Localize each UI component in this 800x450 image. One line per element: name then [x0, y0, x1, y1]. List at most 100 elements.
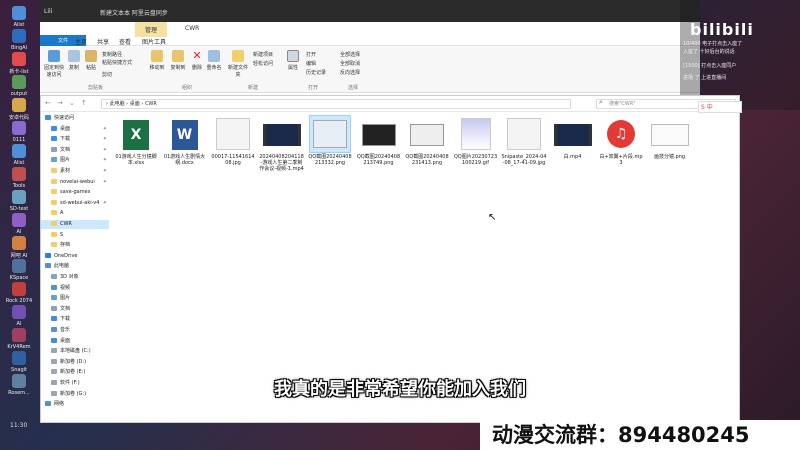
nav-item[interactable]: S	[41, 231, 109, 240]
edit-button[interactable]: 编辑	[306, 60, 316, 67]
tab-manage[interactable]: 管理	[135, 22, 168, 37]
tab-picture-tools[interactable]: 图片工具	[137, 36, 171, 47]
desktop-shortcut[interactable]: 网吧 AI	[2, 236, 36, 259]
copy-path-button[interactable]: 复制路径	[102, 51, 122, 58]
cut-button[interactable]: 剪切	[102, 71, 112, 78]
nav-item[interactable]: save-games	[41, 188, 109, 197]
select-all-button[interactable]: 全部选择	[340, 51, 360, 58]
nav-item[interactable]: 桌面 ✦	[41, 125, 109, 134]
app-icon	[12, 6, 26, 20]
rename-button[interactable]: 重命名	[206, 50, 222, 71]
file-item[interactable]: X 01游戏人生分镜脚本.xlsx	[113, 116, 159, 166]
tab-view[interactable]: 查看	[114, 36, 136, 47]
nav-item[interactable]: 存档	[41, 241, 109, 250]
tab-share[interactable]: 共享	[92, 36, 114, 47]
file-item[interactable]: 白.mp4	[550, 116, 596, 160]
nav-item[interactable]: A	[41, 209, 109, 218]
desktop-shortcut[interactable]: AI	[2, 305, 36, 327]
easy-access-button[interactable]: 轻松访问	[253, 60, 273, 67]
desktop-shortcut[interactable]: AI	[2, 213, 36, 235]
nav-item[interactable]: sd-webui-aki-v4 ✦	[41, 199, 109, 208]
file-item[interactable]: QQ图片20230723100219.gif	[453, 116, 499, 166]
nav-item[interactable]: 本地磁盘 (C:)	[41, 347, 109, 356]
paste-shortcut-button[interactable]: 粘贴快捷方式	[102, 59, 132, 66]
nav-item[interactable]: 网络	[41, 400, 109, 409]
desktop-shortcut[interactable]: 0111	[2, 121, 36, 143]
pin-icon	[48, 50, 60, 62]
desktop-shortcut[interactable]: SD-test	[2, 190, 36, 212]
history-button[interactable]: 历史记录	[306, 69, 326, 76]
desktop-shortcut[interactable]: KSpace	[2, 259, 36, 281]
nav-item[interactable]: 视频	[41, 284, 109, 293]
pin-icon: ✦	[102, 146, 107, 153]
nav-item[interactable]: 桌面	[41, 337, 109, 346]
nav-item[interactable]: 下载	[41, 315, 109, 324]
move-to-button[interactable]: 移动到	[148, 50, 166, 71]
file-item[interactable]: 20240408204118 -游戏人生第二季制作会议-视频-1.mp4	[259, 116, 305, 172]
new-folder-button[interactable]: 新建文件夹	[228, 50, 248, 78]
file-item[interactable]: ♫ 白+双翼+片段.mp3	[598, 116, 644, 166]
desktop-shortcut[interactable]: 新卡-list	[2, 52, 36, 75]
nav-item[interactable]: 此电脑	[41, 262, 109, 271]
file-item[interactable]: 00017-11541614 08.jpg	[210, 116, 256, 166]
nav-item[interactable]: 文档 ✦	[41, 146, 109, 155]
file-item[interactable]: Snipaste_2024-04-08_17-41-09.jpg	[501, 116, 547, 166]
file-name: QQ截图20240408213749.png	[356, 154, 401, 166]
nav-item[interactable]: OneDrive	[41, 252, 109, 261]
copy-button[interactable]: 复制	[67, 50, 81, 71]
nav-item-label: 文档	[60, 146, 71, 153]
paste-button[interactable]: 粘贴	[84, 50, 98, 71]
pin-quick-access-button[interactable]: 固定到快速访问	[44, 50, 64, 78]
nav-item-label: 新加卷 (D:)	[60, 358, 87, 365]
nav-item[interactable]: 素材 ✦	[41, 167, 109, 176]
delete-button[interactable]: ✕ 删除	[190, 50, 204, 72]
nav-item[interactable]: 3D 对象	[41, 273, 109, 282]
nav-item[interactable]: CWR	[41, 220, 109, 229]
invert-selection-button[interactable]: 反向选择	[340, 69, 360, 76]
forward-arrow-icon[interactable]: →	[57, 99, 63, 107]
pin-icon: ✦	[102, 168, 107, 174]
nav-item[interactable]: 音乐	[41, 326, 109, 335]
file-item[interactable]: QQ截图20240408231413.png	[404, 116, 450, 166]
nav-item[interactable]: 新加卷 (D:)	[41, 358, 109, 367]
folder-icon	[51, 210, 57, 216]
open-button[interactable]: 打开	[306, 51, 316, 58]
copy-to-button[interactable]: 复制到	[169, 50, 187, 71]
ime-indicator[interactable]: S 中	[698, 101, 742, 113]
chevron-down-icon[interactable]: ⌄	[69, 99, 75, 107]
nav-item[interactable]: 文档	[41, 305, 109, 314]
file-name: Snipaste_2024-04-08_17-41-09.jpg	[501, 154, 547, 166]
nav-item-label: 快速访问	[54, 115, 75, 121]
desktop-shortcut[interactable]: output	[2, 75, 36, 97]
up-arrow-icon[interactable]: ↑	[81, 99, 87, 107]
nav-item[interactable]: 快速访问	[41, 114, 109, 123]
back-arrow-icon[interactable]: ←	[45, 99, 51, 107]
nav-item[interactable]: 图片 ✦	[41, 156, 109, 165]
desktop-shortcut[interactable]: BingAI	[2, 29, 36, 51]
nav-item[interactable]: 图片	[41, 294, 109, 303]
desktop-shortcut[interactable]: Tools	[2, 167, 36, 189]
tab-home[interactable]: 主页	[70, 36, 92, 47]
nav-item-label: 存档	[60, 242, 71, 249]
properties-button[interactable]: 属性	[286, 50, 300, 71]
desktop-shortcut[interactable]: Rock 2074	[2, 282, 36, 304]
desktop-shortcut[interactable]: 安卓代码	[2, 98, 36, 121]
new-item-button[interactable]: 新建项目	[253, 51, 273, 58]
app-icon	[12, 75, 26, 89]
nav-item[interactable]: novelai-webui ✦	[41, 178, 109, 187]
file-name: 01游戏人生分镜脚本.xlsx	[115, 154, 157, 166]
nav-item[interactable]: 下载 ✦	[41, 135, 109, 144]
desktop-shortcut[interactable]: KrV4Rem	[2, 328, 36, 350]
gif-thumbnail-icon	[456, 116, 496, 152]
desktop-shortcut[interactable]: Alist	[2, 6, 36, 28]
file-item[interactable]: 画技分镜.png	[647, 116, 693, 160]
breadcrumb[interactable]: › 此电脑 › 桌面 › CWR	[101, 99, 571, 109]
desktop-shortcut[interactable]: Snagit	[2, 351, 36, 373]
file-item[interactable]: QQ截图20240408213749.png	[356, 116, 402, 166]
file-item[interactable]: W 01游戏人生剧情大纲.docx	[162, 116, 208, 166]
select-none-button[interactable]: 全部取消	[340, 60, 360, 67]
netease-music-icon: ♫	[601, 116, 641, 152]
desktop-shortcut[interactable]: Alist	[2, 144, 36, 166]
file-item[interactable]: QQ截图20240408213332.png	[307, 115, 353, 166]
file-name: 白.mp4	[563, 154, 582, 160]
